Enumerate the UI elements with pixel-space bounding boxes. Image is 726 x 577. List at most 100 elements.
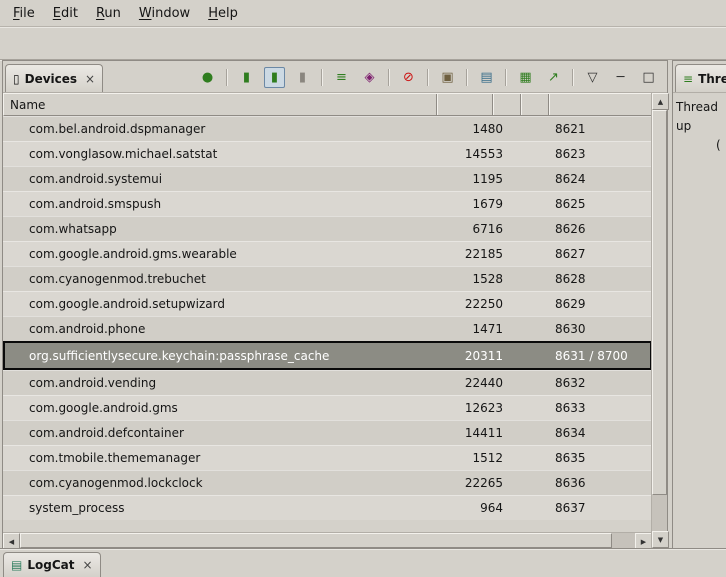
process-name: com.cyanogenmod.trebuchet — [3, 272, 455, 286]
menu-help[interactable]: Help — [199, 3, 247, 24]
process-row[interactable]: com.android.phone14718630 — [3, 316, 652, 341]
dump-hprof-icon[interactable]: ▮ — [264, 67, 285, 88]
close-logcat-tab-icon[interactable]: × — [82, 558, 92, 572]
network-stats-icon[interactable]: ↗ — [543, 67, 564, 88]
vertical-scrollbar[interactable]: ▲ ▼ — [651, 93, 667, 548]
process-row[interactable]: com.android.vending224408632 — [3, 370, 652, 395]
tab-logcat[interactable]: ▤ LogCat × — [3, 552, 101, 577]
column-header-heap[interactable] — [493, 94, 521, 115]
column-header-pid[interactable] — [437, 94, 493, 115]
process-port: 8633 — [547, 401, 652, 415]
process-row[interactable]: com.vonglasow.michael.satstat145538623 — [3, 141, 652, 166]
start-method-profiling-icon[interactable]: ◈ — [359, 67, 380, 88]
threads-icon: ≡ — [683, 73, 693, 85]
process-pid: 1480 — [455, 122, 507, 136]
debug-process-icon[interactable]: ● — [197, 67, 218, 88]
process-row[interactable]: com.google.android.setupwizard222508629 — [3, 291, 652, 316]
menu-run[interactable]: Run — [87, 3, 130, 24]
cause-gc-icon[interactable]: ▮ — [292, 67, 313, 88]
process-name: com.cyanogenmod.lockclock — [3, 476, 455, 490]
process-port: 8629 — [547, 297, 652, 311]
threads-message: Thread up ( — [673, 93, 726, 161]
process-pid: 22265 — [455, 476, 507, 490]
devices-toolbar: ● ▮ ▮ ▮ ≡ ◈ ⊘ ▣ ▤ ▦ ↗ ▽ ─ □ — [197, 67, 667, 92]
devices-panel: ▯ Devices × ● ▮ ▮ ▮ ≡ ◈ ⊘ ▣ ▤ ▦ ↗ ▽ ─ □ Name com.bel.… — [2, 60, 668, 549]
column-header-threads[interactable] — [521, 94, 549, 115]
sysinfo-icon[interactable]: ▦ — [515, 67, 536, 88]
process-pid: 22250 — [455, 297, 507, 311]
process-row[interactable]: com.whatsapp67168626 — [3, 216, 652, 241]
process-row[interactable]: com.android.systemui11958624 — [3, 166, 652, 191]
tab-devices-label: Devices — [25, 72, 77, 86]
process-name: com.vonglasow.michael.satstat — [3, 147, 455, 161]
process-row[interactable]: com.android.smspush16798625 — [3, 191, 652, 216]
scroll-down-icon[interactable]: ▼ — [652, 531, 669, 548]
table-body: com.bel.android.dspmanager1480 8621 com.vo… — [3, 116, 652, 532]
table-header: Name — [3, 93, 652, 116]
toolbar-separator — [321, 69, 323, 86]
process-name: com.whatsapp — [3, 222, 455, 236]
process-pid: 6716 — [455, 222, 507, 236]
menu-file[interactable]: File — [4, 3, 44, 24]
process-table: Name com.bel.android.dspmanager14808621c… — [3, 93, 667, 548]
menu-window[interactable]: Window — [130, 3, 199, 24]
vscroll-thumb[interactable] — [652, 110, 667, 495]
vscroll-track[interactable] — [652, 110, 667, 531]
minimize-icon[interactable]: ─ — [610, 67, 631, 88]
toolbar-separator — [505, 69, 507, 86]
close-devices-tab-icon[interactable]: × — [85, 72, 95, 86]
tab-threads[interactable]: ≡ Threads — [675, 64, 726, 92]
menu-edit[interactable]: Edit — [44, 3, 87, 24]
process-name: com.android.systemui — [3, 172, 455, 186]
process-port: 8637 — [547, 501, 652, 515]
hscroll-track[interactable] — [20, 533, 635, 548]
process-pid: 1195 — [455, 172, 507, 186]
column-header-port[interactable] — [549, 94, 652, 115]
process-pid: 20311 — [455, 349, 507, 363]
process-row[interactable]: system_process9648637 — [3, 495, 652, 520]
tab-threads-label: Threads — [698, 72, 726, 86]
process-pid: 964 — [455, 501, 507, 515]
process-name: com.android.defcontainer — [3, 426, 455, 440]
process-row[interactable]: com.google.android.gms.wearable221858627 — [3, 241, 652, 266]
process-name: com.bel.android.dspmanager — [3, 122, 455, 136]
process-port: 8635 — [547, 451, 652, 465]
update-threads-icon[interactable]: ≡ — [331, 67, 352, 88]
process-pid: 12623 — [455, 401, 507, 415]
screen-record-icon[interactable]: ▤ — [476, 67, 497, 88]
process-row[interactable]: com.cyanogenmod.trebuchet15288628 — [3, 266, 652, 291]
threads-tabstrip: ≡ Threads — [673, 61, 726, 93]
process-pid: 22185 — [455, 247, 507, 261]
process-row[interactable]: com.google.android.gms126238633 — [3, 395, 652, 420]
scroll-up-icon[interactable]: ▲ — [652, 93, 669, 110]
update-heap-icon[interactable]: ▮ — [236, 67, 257, 88]
process-row[interactable]: com.tmobile.thememanager15128635 — [3, 445, 652, 470]
process-port: 8621 — [547, 122, 652, 136]
maximize-icon[interactable]: □ — [638, 67, 659, 88]
process-pid: 22440 — [455, 376, 507, 390]
process-row[interactable]: com.cyanogenmod.lockclock22265 8636 — [3, 470, 652, 495]
process-port: 8630 — [547, 322, 652, 336]
threads-panel: ≡ Threads Thread up ( — [672, 60, 726, 549]
process-row[interactable]: com.bel.android.dspmanager1480 8621 — [3, 116, 652, 141]
process-port: 8634 — [547, 426, 652, 440]
tab-logcat-label: LogCat — [27, 558, 74, 572]
process-name: com.google.android.gms.wearable — [3, 247, 455, 261]
screen-capture-icon[interactable]: ▣ — [437, 67, 458, 88]
toolbar-separator — [466, 69, 468, 86]
tab-devices[interactable]: ▯ Devices × — [5, 64, 103, 92]
view-menu-icon[interactable]: ▽ — [582, 67, 603, 88]
process-port: 8631 / 8700 — [547, 349, 650, 363]
process-name: com.android.vending — [3, 376, 455, 390]
horizontal-scrollbar[interactable]: ◀ ▶ — [3, 532, 652, 548]
process-port: 8636 — [547, 476, 652, 490]
hscroll-thumb[interactable] — [20, 533, 612, 548]
process-row-selected[interactable]: org.sufficientlysecure.keychain:passphra… — [3, 341, 652, 370]
process-row[interactable]: com.android.defcontainer14411 8634 — [3, 420, 652, 445]
column-header-name[interactable]: Name — [4, 94, 437, 115]
threads-message-line2: ( — [676, 136, 723, 155]
toolbar-separator — [427, 69, 429, 86]
stop-process-icon[interactable]: ⊘ — [398, 67, 419, 88]
process-pid: 14411 — [455, 426, 507, 440]
process-pid: 1471 — [455, 322, 507, 336]
